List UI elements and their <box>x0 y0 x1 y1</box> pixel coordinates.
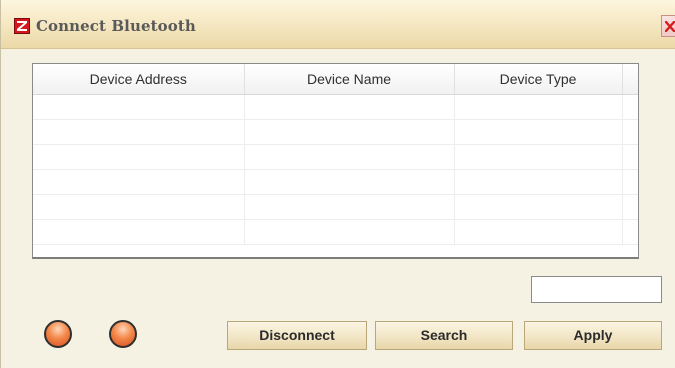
table-row[interactable] <box>33 94 638 120</box>
apply-button[interactable]: Apply <box>524 321 662 350</box>
cell-device-address <box>33 94 245 120</box>
cell-device-address <box>33 194 245 220</box>
table-row[interactable] <box>33 194 638 220</box>
disconnect-button[interactable]: Disconnect <box>227 321 367 350</box>
status-led-2-icon <box>109 320 137 348</box>
column-header-device-name[interactable]: Device Name <box>244 64 455 95</box>
column-header-device-type[interactable]: Device Type <box>454 64 623 95</box>
close-x-icon <box>665 21 675 32</box>
cell-device-name <box>244 169 455 195</box>
table-row[interactable] <box>33 119 638 145</box>
app-logo-icon <box>14 18 30 34</box>
table-row[interactable] <box>33 144 638 170</box>
table-row[interactable] <box>33 219 638 245</box>
cell-device-address <box>33 144 245 170</box>
cell-device-name <box>244 119 455 145</box>
cell-device-type <box>454 119 623 145</box>
table-row[interactable] <box>33 169 638 195</box>
cell-device-type <box>454 144 623 170</box>
cell-device-address <box>33 219 245 245</box>
cell-filler <box>622 219 638 245</box>
status-field[interactable] <box>531 276 662 303</box>
title-bar: Connect Bluetooth <box>1 0 675 49</box>
cell-filler <box>622 144 638 170</box>
status-led-1-icon <box>44 320 72 348</box>
cell-device-name <box>244 94 455 120</box>
cell-device-type <box>454 169 623 195</box>
cell-device-type <box>454 94 623 120</box>
cell-filler <box>622 169 638 195</box>
cell-device-address <box>33 169 245 195</box>
device-table[interactable]: Device Address Device Name Device Type <box>32 63 639 259</box>
cell-device-name <box>244 219 455 245</box>
window-title: Connect Bluetooth <box>36 17 196 35</box>
cell-device-name <box>244 144 455 170</box>
cell-filler <box>622 119 638 145</box>
connect-bluetooth-dialog: Connect Bluetooth Device Address Device … <box>0 0 675 368</box>
table-header-row: Device Address Device Name Device Type <box>33 64 638 95</box>
search-button[interactable]: Search <box>375 321 513 350</box>
cell-filler <box>622 94 638 120</box>
column-header-filler <box>622 64 638 95</box>
cell-filler <box>622 194 638 220</box>
close-button[interactable] <box>661 15 675 37</box>
cell-device-name <box>244 194 455 220</box>
cell-device-type <box>454 194 623 220</box>
column-header-device-address[interactable]: Device Address <box>33 64 245 95</box>
cell-device-address <box>33 119 245 145</box>
cell-device-type <box>454 219 623 245</box>
